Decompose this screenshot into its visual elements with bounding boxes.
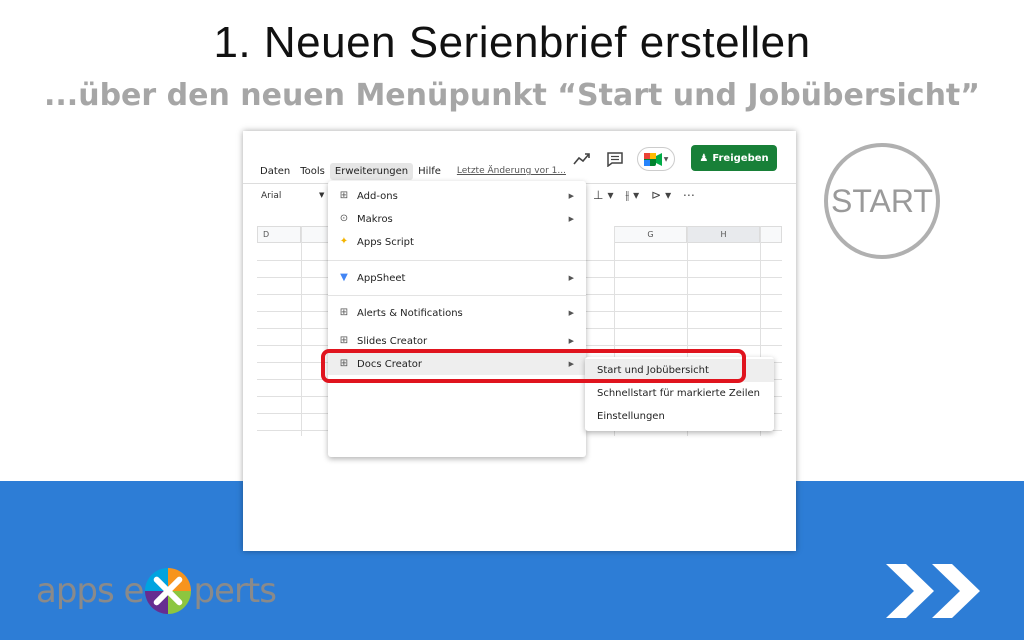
person-icon: ♟	[699, 152, 709, 164]
menu-item-label: Makros	[357, 213, 393, 225]
format-tools-icon[interactable]: ⊥▾ ⫲▾ ⊳▾ ⋯	[593, 188, 699, 203]
menu-daten[interactable]: Daten	[255, 166, 295, 177]
submenu-arrow-icon: ▶	[568, 337, 574, 345]
logo-text-right: perts	[193, 571, 277, 611]
submenu-item-label: Einstellungen	[597, 411, 665, 422]
font-dropdown-icon[interactable]: ▼	[319, 191, 324, 199]
column-header-d[interactable]: D	[257, 226, 301, 243]
share-button[interactable]: ♟ Freigeben	[691, 145, 777, 171]
column-header-next[interactable]	[760, 226, 782, 243]
submenu-item-einstellungen[interactable]: Einstellungen	[585, 405, 774, 428]
top-icons: ▼	[573, 147, 675, 171]
share-label: Freigeben	[712, 152, 769, 164]
submenu-item-label: Schnellstart für markierte Zeilen	[597, 388, 760, 399]
slide-subtitle: ...über den neuen Menüpunkt “Start und J…	[44, 78, 980, 113]
extensions-menu: ⊞ Add-ons ▶ ⊙ Makros ▶ ✦ Apps Script ▼ A…	[328, 181, 586, 457]
menubar: Daten Tools Erweiterungen Hilfe Letzte Ä…	[243, 161, 571, 181]
submenu-arrow-icon: ▶	[568, 274, 574, 282]
column-h-label: H	[720, 230, 727, 239]
menu-item-label: Apps Script	[357, 236, 414, 248]
arrow-chevron-left	[886, 564, 934, 618]
submenu-arrow-icon: ▶	[568, 192, 574, 200]
play-icon: ⊙	[339, 213, 349, 224]
addon-icon: ⊞	[339, 307, 349, 318]
start-label: START	[831, 182, 933, 219]
column-header-h[interactable]: H	[687, 226, 760, 243]
menu-item-label: Add-ons	[357, 190, 398, 202]
logo-x-icon	[145, 568, 192, 614]
last-change-link[interactable]: Letzte Änderung vor 1...	[452, 166, 571, 176]
trend-icon[interactable]	[573, 152, 591, 166]
addon-icon: ⊞	[339, 190, 349, 201]
column-header-g[interactable]: G	[614, 226, 687, 243]
comment-icon[interactable]	[607, 151, 623, 167]
meet-dropdown-icon: ▼	[663, 155, 669, 163]
start-circle[interactable]: START	[824, 143, 940, 259]
submenu-item-schnellstart[interactable]: Schnellstart für markierte Zeilen	[585, 382, 774, 405]
menu-item-label: Alerts & Notifications	[357, 307, 463, 319]
menu-item-label: Slides Creator	[357, 335, 428, 347]
menu-hilfe[interactable]: Hilfe	[413, 166, 446, 177]
menu-item-label: AppSheet	[357, 272, 406, 284]
menu-item-apps-script[interactable]: ✦ Apps Script	[328, 231, 586, 253]
menu-item-makros[interactable]: ⊙ Makros ▶	[328, 208, 586, 230]
menu-item-appsheet[interactable]: ▼ AppSheet ▶	[328, 267, 586, 289]
menu-separator	[328, 295, 586, 296]
submenu-arrow-icon: ▶	[568, 215, 574, 223]
slide-title: 1. Neuen Serienbrief erstellen	[213, 18, 811, 67]
menu-separator	[328, 260, 586, 261]
next-arrows-icon[interactable]	[884, 562, 992, 620]
menu-item-alerts-notifications[interactable]: ⊞ Alerts & Notifications ▶	[328, 302, 586, 324]
column-d-label: D	[263, 230, 270, 239]
sheets-screenshot: Daten Tools Erweiterungen Hilfe Letzte Ä…	[243, 131, 796, 551]
font-select[interactable]: Arial	[261, 191, 281, 201]
menu-item-add-ons[interactable]: ⊞ Add-ons ▶	[328, 185, 586, 207]
logo-text-left: apps e	[36, 571, 144, 611]
apps-script-icon: ✦	[339, 236, 349, 247]
grid-col	[301, 226, 302, 436]
highlight-frame	[321, 349, 746, 383]
apps-experts-logo: apps e perts	[36, 566, 277, 616]
appsheet-icon: ▼	[340, 272, 348, 283]
addon-icon: ⊞	[339, 335, 349, 346]
menu-erweiterungen[interactable]: Erweiterungen	[329, 162, 414, 180]
column-g-label: G	[647, 230, 654, 239]
meet-button[interactable]: ▼	[637, 147, 675, 171]
submenu-arrow-icon: ▶	[568, 309, 574, 317]
meet-icon	[643, 152, 662, 166]
menu-tools[interactable]: Tools	[295, 166, 330, 177]
arrow-chevron-right	[932, 564, 980, 618]
